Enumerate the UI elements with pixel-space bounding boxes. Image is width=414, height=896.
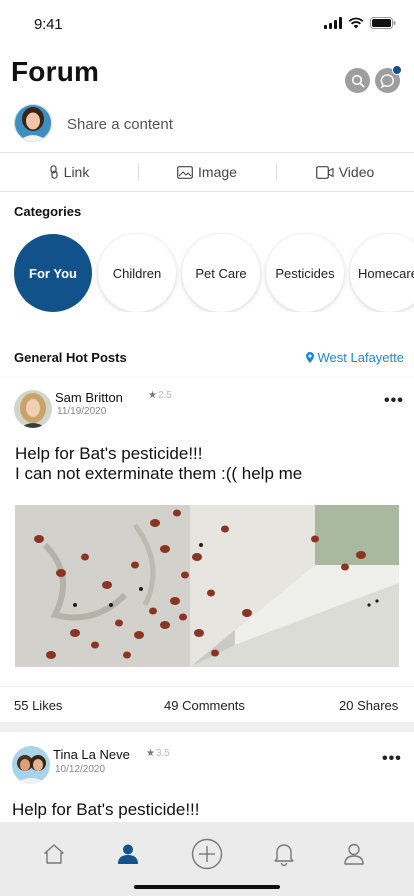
battery-icon [370,17,396,29]
bell-icon [274,844,294,866]
categories-list: For You Children Pet Care Pesticides Hom… [14,232,414,312]
categories-title: Categories [14,204,82,219]
category-pesticides[interactable]: Pesticides [266,234,344,312]
post-text-line: Help for Bat's pesticide!!! [15,444,203,463]
author-rating: ★ 2.5 [148,390,172,401]
status-time: 9:41 [34,16,63,33]
signal-icon [324,17,342,29]
category-for-you[interactable]: For You [14,234,92,312]
share-content-input[interactable]: Share a content [67,116,173,133]
home-icon [44,844,64,864]
post-date: 11/19/2020 [57,406,107,417]
link-button[interactable]: Link [0,153,138,191]
tab-profile[interactable] [337,837,371,871]
image-label: Image [198,164,237,180]
link-icon [50,165,58,179]
author-rating: ★ 3.5 [146,748,170,759]
post-text-line: Help for Bat's pesticide!!! [12,800,200,819]
star-icon: ★ [148,390,157,401]
post-image[interactable] [15,505,399,667]
hot-posts-title: General Hot Posts [14,350,127,365]
author-avatar[interactable] [12,746,50,784]
more-options-icon[interactable]: ••• [384,392,404,410]
category-label: Pet Care [195,265,247,281]
image-button[interactable]: Image [138,153,276,191]
link-label: Link [63,164,90,180]
rating-value: 2.5 [157,390,172,401]
author-name[interactable]: Sam Britton [55,390,123,405]
composer[interactable]: Share a content [0,102,414,150]
post-text: Help for Bat's pesticide!!! I can not ex… [15,444,302,484]
image-icon [177,165,193,179]
location-selector[interactable]: West Lafayette [305,350,404,365]
search-button[interactable] [345,68,370,93]
category-label: For You [29,265,77,281]
post-date: 10/12/2020 [55,764,106,775]
author-name[interactable]: Tina La Neve [53,747,130,762]
profile-icon [344,843,364,865]
tab-community[interactable] [111,837,145,871]
category-label: Pesticides [275,265,335,281]
video-icon [315,165,334,179]
media-bar: Link Image Video [0,152,414,192]
video-button[interactable]: Video [276,153,414,191]
status-icons [324,17,396,29]
home-indicator [134,885,280,889]
comments-count[interactable]: 49 Comments [164,698,245,713]
video-label: Video [338,164,375,180]
location-label: West Lafayette [317,350,404,365]
star-icon: ★ [146,748,155,759]
notification-dot [392,65,402,75]
post-text-line: I can not exterminate them :(( help me [15,464,303,483]
category-pet-care[interactable]: Pet Care [182,234,260,312]
post-card[interactable]: Tina La Neve ★ 3.5 10/12/2020 ••• Help f… [0,732,414,822]
user-avatar[interactable] [14,104,52,142]
post-stats: 55 Likes 49 Comments 20 Shares [0,686,414,722]
category-homecare[interactable]: Homecare [350,234,414,312]
tab-notifications[interactable] [267,837,301,871]
wifi-icon [348,17,364,29]
chat-icon [380,73,394,88]
category-children[interactable]: Children [98,234,176,312]
status-bar: 9:41 [0,0,414,48]
page-title: Forum [11,56,100,87]
community-icon [118,844,138,864]
post-text: Help for Bat's pesticide!!! [12,800,200,820]
author-avatar[interactable] [14,390,52,428]
shares-count[interactable]: 20 Shares [339,698,398,713]
add-icon [191,838,223,870]
tab-home[interactable] [37,837,71,871]
search-icon [351,74,365,88]
post-card[interactable]: Sam Britton ★ 2.5 11/19/2020 ••• Help fo… [0,378,414,722]
location-pin-icon [305,352,314,363]
likes-count[interactable]: 55 Likes [14,698,62,713]
chat-button[interactable] [375,65,402,93]
tab-add[interactable] [190,837,224,871]
rating-value: 3.5 [155,748,170,759]
header: Forum [0,56,414,96]
category-label: Homecare [358,265,414,281]
post-divider [0,722,414,732]
more-options-icon[interactable]: ••• [382,750,402,768]
category-label: Children [112,265,162,281]
